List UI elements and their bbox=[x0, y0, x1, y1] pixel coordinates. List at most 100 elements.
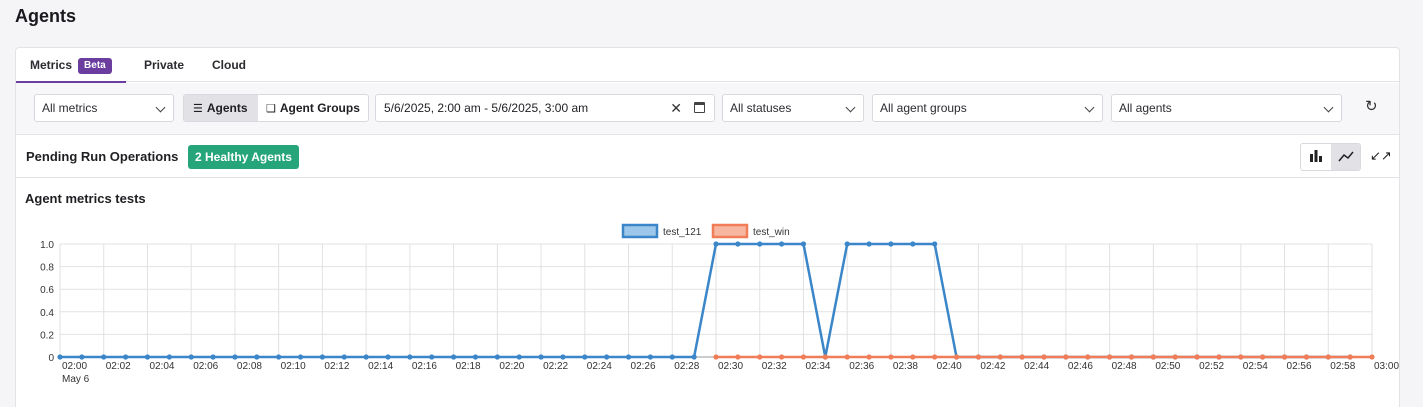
data-point bbox=[1216, 354, 1222, 360]
data-point bbox=[779, 241, 785, 247]
tab-metrics-label: Metrics bbox=[30, 58, 73, 72]
series-line bbox=[60, 242, 1351, 359]
agent-groups-toggle-button[interactable]: ❑ Agent Groups bbox=[258, 95, 368, 121]
data-point bbox=[800, 354, 807, 360]
chevron-down-icon bbox=[1323, 102, 1334, 113]
data-point bbox=[866, 354, 872, 360]
data-point bbox=[822, 354, 828, 360]
x-tick-label: 02:38 bbox=[893, 361, 918, 372]
data-point bbox=[779, 354, 785, 360]
data-point bbox=[385, 354, 391, 360]
data-point bbox=[1238, 354, 1244, 360]
clear-icon[interactable]: ✕ bbox=[670, 95, 682, 121]
data-point bbox=[1260, 354, 1266, 360]
bar-chart-button[interactable] bbox=[1301, 144, 1331, 170]
data-point bbox=[429, 354, 435, 360]
x-tick-sublabel: May 6 bbox=[62, 374, 90, 385]
data-point bbox=[232, 354, 238, 360]
data-point bbox=[57, 354, 63, 360]
x-tick-label: 02:44 bbox=[1024, 361, 1049, 372]
x-tick-label: 02:30 bbox=[718, 361, 743, 372]
legend-swatch bbox=[711, 223, 749, 239]
data-point bbox=[1303, 354, 1309, 360]
y-tick-label: 1.0 bbox=[40, 240, 54, 251]
chevron-down-icon bbox=[155, 102, 166, 113]
x-tick-label: 02:20 bbox=[499, 361, 524, 372]
section-header: Pending Run Operations 2 Healthy Agents … bbox=[16, 136, 1399, 178]
beta-badge: Beta bbox=[78, 58, 112, 74]
data-point bbox=[932, 354, 938, 360]
x-tick-label: 02:00 bbox=[62, 361, 87, 372]
data-point bbox=[101, 354, 107, 360]
y-tick-label: 0.2 bbox=[40, 330, 54, 341]
line-chart-button[interactable] bbox=[1331, 144, 1360, 170]
data-point bbox=[888, 354, 894, 360]
agents-toggle-button[interactable]: ☰ Agents bbox=[184, 95, 258, 121]
data-point bbox=[407, 354, 413, 360]
data-point bbox=[472, 354, 479, 360]
section-title: Pending Run Operations bbox=[26, 149, 179, 164]
bar-chart-icon bbox=[1310, 150, 1322, 162]
data-point bbox=[582, 354, 588, 360]
data-point bbox=[953, 354, 960, 360]
data-point bbox=[123, 354, 129, 360]
data-point bbox=[538, 354, 544, 360]
tab-cloud[interactable]: Cloud bbox=[212, 48, 246, 82]
data-point bbox=[997, 354, 1003, 360]
x-tick-label: 02:56 bbox=[1287, 361, 1312, 372]
data-point bbox=[713, 241, 719, 247]
data-point bbox=[800, 241, 807, 247]
data-point bbox=[319, 354, 325, 360]
tab-metrics[interactable]: Metrics Beta bbox=[16, 48, 126, 83]
x-tick-label: 02:24 bbox=[587, 361, 612, 372]
data-point bbox=[1194, 354, 1200, 360]
x-tick-label: 02:52 bbox=[1199, 361, 1224, 372]
data-point bbox=[757, 241, 763, 247]
x-tick-label: 02:32 bbox=[762, 361, 787, 372]
x-tick-label: 02:12 bbox=[324, 361, 349, 372]
data-point bbox=[1019, 354, 1025, 360]
data-point bbox=[975, 354, 982, 360]
data-point bbox=[451, 354, 457, 360]
x-tick-label: 02:34 bbox=[805, 361, 830, 372]
chart-type-toggle bbox=[1300, 143, 1361, 171]
y-tick-label: 0.8 bbox=[40, 263, 54, 274]
agent-groups-toggle-label: Agent Groups bbox=[279, 101, 360, 115]
tab-private[interactable]: Private bbox=[144, 48, 184, 82]
data-point bbox=[254, 354, 260, 360]
data-point bbox=[276, 354, 282, 360]
data-point bbox=[604, 354, 610, 360]
y-tick-label: 0.4 bbox=[40, 308, 54, 319]
data-point bbox=[625, 354, 632, 360]
page-title: Agents bbox=[15, 6, 77, 26]
x-tick-label: 02:14 bbox=[368, 361, 393, 372]
y-tick-label: 0.6 bbox=[40, 285, 54, 296]
x-tick-label: 02:22 bbox=[543, 361, 568, 372]
x-tick-label: 02:08 bbox=[237, 361, 262, 372]
agent-groups-select[interactable]: All agent groups bbox=[872, 94, 1103, 122]
collapse-icon[interactable]: ↙↗ bbox=[1370, 148, 1392, 164]
status-select[interactable]: All statuses bbox=[722, 94, 864, 122]
data-point bbox=[910, 241, 916, 247]
data-point bbox=[844, 354, 850, 360]
refresh-icon[interactable]: ↻ bbox=[1365, 97, 1378, 115]
calendar-icon[interactable] bbox=[694, 102, 705, 113]
data-point bbox=[1325, 354, 1331, 360]
metrics-panel: Metrics Beta Private Cloud All metrics ☰ A… bbox=[15, 47, 1400, 407]
x-tick-label: 02:36 bbox=[849, 361, 874, 372]
legend-label: test_121 bbox=[663, 227, 702, 238]
y-tick-label: 0 bbox=[48, 353, 54, 364]
chevron-down-icon bbox=[1084, 102, 1095, 113]
metrics-select-value: All metrics bbox=[42, 101, 98, 115]
data-point bbox=[1150, 354, 1156, 360]
data-point bbox=[188, 354, 194, 360]
metrics-select[interactable]: All metrics bbox=[34, 94, 174, 122]
agents-icon: ☰ bbox=[193, 103, 203, 115]
data-point bbox=[1041, 354, 1047, 360]
data-point bbox=[888, 241, 894, 247]
healthy-agents-badge: 2 Healthy Agents bbox=[188, 145, 299, 169]
date-range-input[interactable]: 5/6/2025, 2:00 am - 5/6/2025, 3:00 am ✕ bbox=[375, 94, 715, 122]
data-point bbox=[713, 354, 719, 360]
legend-label: test_win bbox=[753, 227, 790, 238]
agents-select[interactable]: All agents bbox=[1111, 94, 1342, 122]
